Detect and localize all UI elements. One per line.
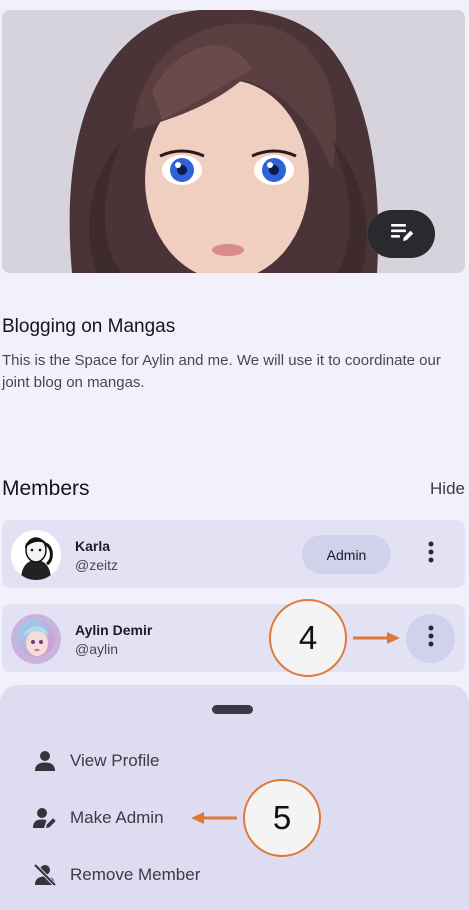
member-card-karla[interactable]: Karla @zeitz Admin	[2, 520, 465, 588]
edit-space-button[interactable]	[368, 210, 435, 258]
arrow-right-icon	[353, 632, 400, 644]
avatar	[11, 530, 61, 580]
sheet-drag-handle[interactable]	[212, 705, 253, 714]
admin-role-chip[interactable]: Admin	[302, 535, 391, 574]
person-off-icon	[33, 863, 57, 887]
more-vert-icon	[428, 541, 434, 568]
menu-label: Make Admin	[70, 808, 164, 827]
menu-label: View Profile	[70, 751, 160, 770]
member-handle: @zeitz	[75, 557, 118, 573]
hide-members-button[interactable]: Hide	[430, 479, 465, 499]
menu-remove-member[interactable]: Remove Member	[33, 859, 333, 891]
person-icon	[33, 749, 57, 773]
menu-view-profile[interactable]: View Profile	[33, 745, 333, 777]
avatar	[11, 614, 61, 664]
step-4-callout: 4	[269, 599, 347, 677]
members-heading: Members	[2, 477, 90, 500]
menu-label: Remove Member	[70, 865, 201, 884]
member-name: Aylin Demir	[75, 622, 153, 638]
space-description: This is the Space for Aylin and me. We w…	[2, 352, 441, 391]
more-vert-icon	[428, 625, 434, 652]
member-options-button[interactable]	[406, 530, 455, 579]
arrow-left-icon	[191, 812, 237, 824]
space-title: Blogging on Mangas	[2, 316, 176, 337]
member-name: Karla	[75, 538, 111, 554]
person-edit-icon	[33, 806, 57, 830]
space-details-screen: Blogging on Mangas This is the Space for…	[0, 0, 469, 910]
member-actions-sheet: View Profile Make Admin Remove Member	[0, 685, 469, 910]
step-5-callout: 5	[243, 779, 321, 857]
edit-notes-icon	[389, 221, 415, 248]
member-options-button[interactable]	[406, 614, 455, 663]
member-handle: @aylin	[75, 641, 119, 657]
